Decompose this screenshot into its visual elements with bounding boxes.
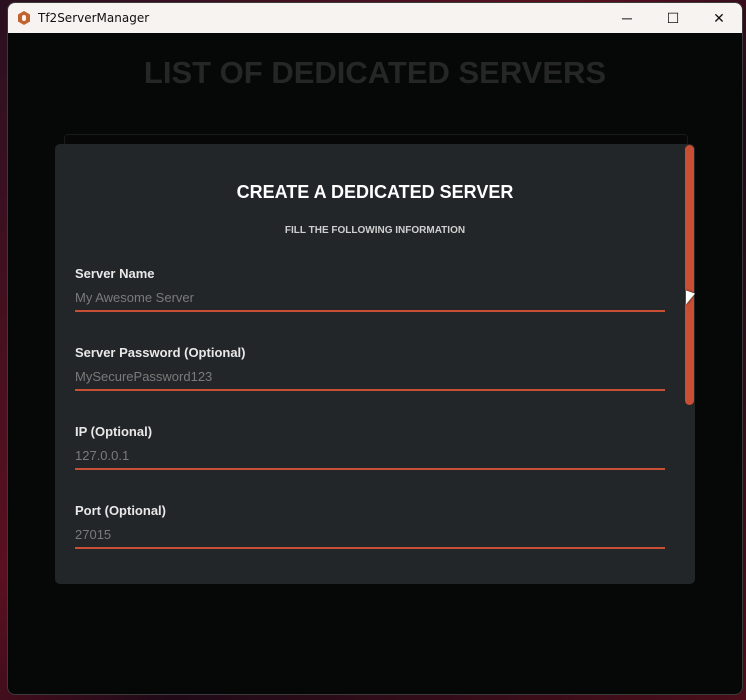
server-password-input[interactable] (75, 369, 665, 391)
mouse-cursor-icon (686, 290, 695, 308)
page-heading: LIST OF DEDICATED SERVERS (143, 55, 607, 90)
port-input[interactable] (75, 527, 665, 549)
server-name-field: Server Name (75, 266, 665, 312)
ip-field: IP (Optional) (75, 424, 665, 470)
maximize-button[interactable]: ☐ (650, 3, 696, 33)
port-field: Port (Optional) (75, 503, 665, 549)
server-password-field: Server Password (Optional) (75, 345, 665, 391)
modal-subtitle: FILL THE FOLLOWING INFORMATION (284, 225, 466, 236)
ip-label: IP (Optional) (75, 424, 153, 439)
server-password-label: Server Password (Optional) (75, 345, 246, 360)
app-icon (18, 11, 30, 25)
server-name-input[interactable] (75, 290, 665, 312)
modal-title: CREATE A DEDICATED SERVER (236, 182, 514, 202)
create-server-modal: CREATE A DEDICATED SERVER FILL THE FOLLO… (55, 144, 695, 584)
port-label: Port (Optional) (75, 503, 166, 518)
server-name-label: Server Name (75, 266, 155, 281)
app-window: Tf2ServerManager ─ ☐ ✕ LIST OF DEDICATED… (7, 2, 743, 695)
title-bar: Tf2ServerManager ─ ☐ ✕ (8, 3, 742, 33)
modal-scrollbar[interactable] (685, 145, 694, 405)
window-title: Tf2ServerManager (38, 11, 150, 25)
minimize-button[interactable]: ─ (604, 3, 650, 33)
ip-input[interactable] (75, 448, 665, 470)
close-button[interactable]: ✕ (696, 3, 742, 33)
